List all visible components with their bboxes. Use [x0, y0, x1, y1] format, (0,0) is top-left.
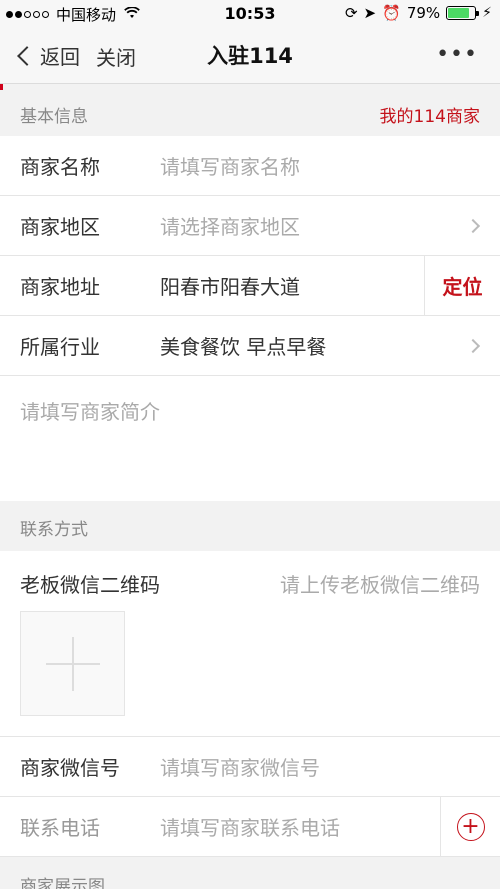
battery-percent: 79%: [406, 4, 441, 22]
locate-button[interactable]: 定位: [424, 256, 500, 315]
section-header-display: 商家展示图: [0, 858, 500, 889]
wechat-label: 商家微信号: [20, 756, 120, 780]
wechat-input[interactable]: 请填写商家微信号: [160, 752, 500, 781]
circle-plus-icon: +: [456, 812, 485, 841]
qr-upload-button[interactable]: [20, 611, 125, 716]
status-right: ⟳ ➤ ⏰ 79% ⚡: [345, 4, 492, 22]
alarm-icon: ⏰: [382, 4, 401, 22]
battery-icon: [446, 6, 480, 20]
back-label: 返回: [40, 45, 80, 69]
more-options-icon[interactable]: •••: [436, 42, 478, 67]
phone-label: 联系电话: [20, 816, 100, 840]
merchant-region-select[interactable]: 请选择商家地区: [160, 211, 500, 240]
merchant-address-label: 商家地址: [20, 275, 100, 299]
section-header-contact: 联系方式: [0, 503, 500, 551]
section-header-basic: 基本信息 我的114商家: [0, 90, 500, 138]
section-title-basic: 基本信息: [20, 106, 88, 127]
merchant-name-row: 商家名称 请填写商家名称: [0, 136, 500, 196]
close-button[interactable]: 关闭: [96, 42, 136, 71]
contact-form: 老板微信二维码 请上传老板微信二维码 商家微信号 请填写商家微信号 联系电话 请…: [0, 551, 500, 857]
wechat-row: 商家微信号 请填写商家微信号: [0, 737, 500, 797]
qr-label: 老板微信二维码: [20, 573, 160, 597]
location-icon: ➤: [363, 4, 377, 22]
basic-info-form: 商家名称 请填写商家名称 商家地区 请选择商家地区 商家地址 阳春市阳春大道 定…: [0, 136, 500, 501]
back-button[interactable]: 返回: [14, 41, 80, 70]
merchant-name-input[interactable]: 请填写商家名称: [160, 151, 500, 180]
nav-bar: 返回 关闭 入驻114 •••: [0, 28, 500, 84]
industry-label: 所属行业: [20, 335, 100, 359]
qr-hint: 请上传老板微信二维码: [280, 573, 480, 597]
add-phone-button[interactable]: +: [440, 797, 500, 856]
merchant-name-label: 商家名称: [20, 155, 100, 179]
section-title-display: 商家展示图: [20, 877, 105, 889]
status-bar: 中国移动 10:53 ⟳ ➤ ⏰ 79% ⚡: [0, 0, 500, 28]
my-114-merchant-link[interactable]: 我的114商家: [380, 102, 480, 127]
merchant-region-label: 商家地区: [20, 215, 100, 239]
charging-icon: ⚡: [482, 5, 492, 21]
phone-row: 联系电话 请填写商家联系电话 +: [0, 797, 500, 857]
section-title-contact: 联系方式: [20, 519, 88, 540]
qr-upload-row: 老板微信二维码 请上传老板微信二维码: [0, 551, 500, 737]
industry-select[interactable]: 美食餐饮 早点早餐: [160, 331, 500, 360]
industry-row[interactable]: 所属行业 美食餐饮 早点早餐: [0, 316, 500, 376]
merchant-intro-textarea[interactable]: 请填写商家简介: [0, 376, 500, 501]
rotation-lock-icon: ⟳: [344, 4, 358, 22]
merchant-region-row[interactable]: 商家地区 请选择商家地区: [0, 196, 500, 256]
chevron-left-icon: [17, 45, 37, 66]
merchant-address-row: 商家地址 阳春市阳春大道 定位: [0, 256, 500, 316]
